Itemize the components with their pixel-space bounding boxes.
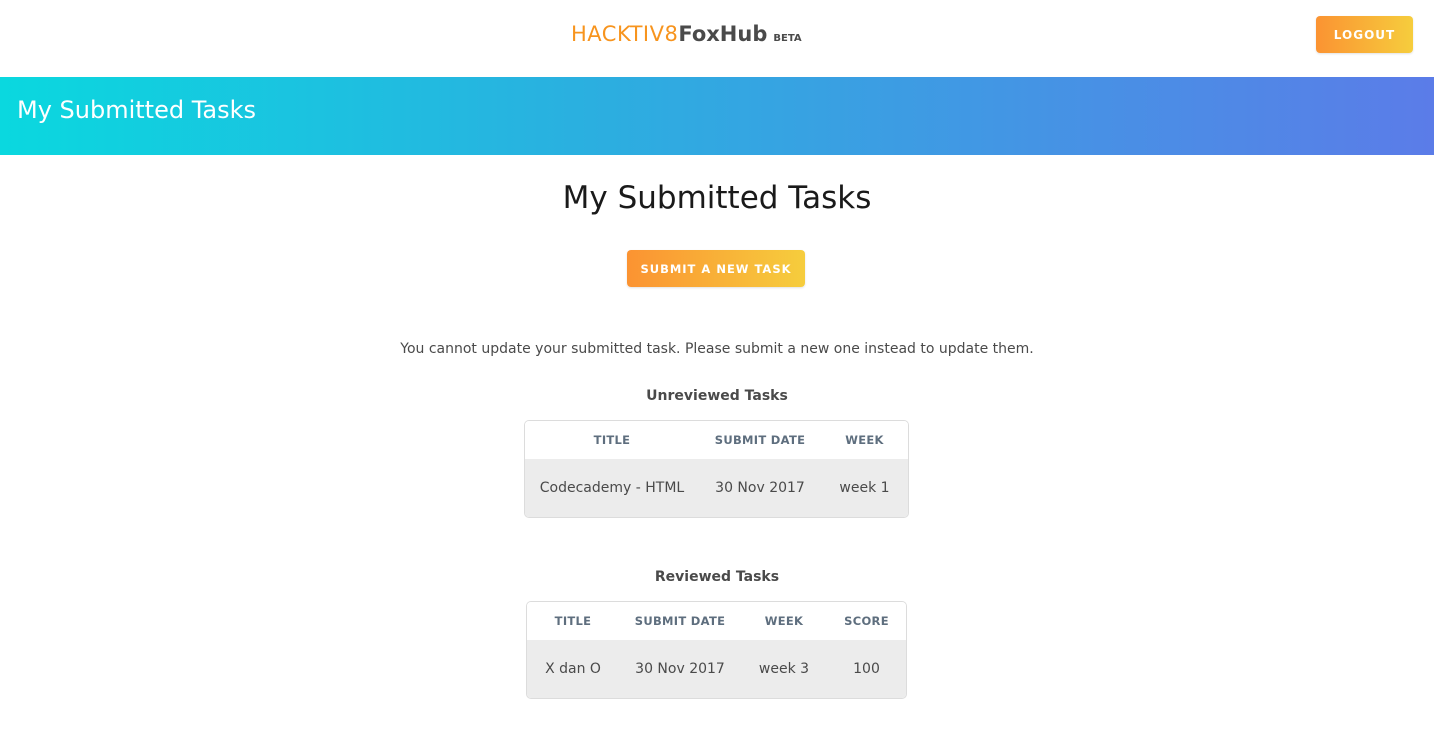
column-header-week: WEEK [764,614,804,628]
column-header-submit-date: SUBMIT DATE [634,614,726,628]
page-title: My Submitted Tasks [562,180,872,216]
logout-button[interactable]: LOGOUT [1316,16,1413,53]
table-header-row: TITLE SUBMIT DATE WEEK [525,421,908,459]
top-navbar: HACKTIV8 FoxHub BETA LOGOUT [0,0,1434,77]
reviewed-tasks-heading: Reviewed Tasks [654,569,780,585]
cell-title: Codecademy - HTML [539,480,685,496]
table-row: Codecademy - HTML 30 Nov 2017 week 1 [525,459,908,517]
column-header-title: TITLE [593,433,631,447]
column-header-title: TITLE [554,614,592,628]
unreviewed-tasks-heading: Unreviewed Tasks [646,388,788,404]
cell-title: X dan O [545,661,601,677]
cell-week: week 1 [839,480,890,496]
column-header-score: SCORE [844,614,889,628]
logo-hacktiv8-text: HACKTIV8 [571,22,679,46]
beta-badge: BETA [773,33,802,44]
cell-submit-date: 30 Nov 2017 [635,661,725,677]
table-header-row: TITLE SUBMIT DATE WEEK SCORE [527,602,906,640]
banner-title: My Submitted Tasks [17,96,257,124]
update-notice: You cannot update your submitted task. P… [400,341,1034,357]
reviewed-tasks-table: TITLE SUBMIT DATE WEEK SCORE X dan O 30 … [526,601,907,699]
unreviewed-tasks-table: TITLE SUBMIT DATE WEEK Codecademy - HTML… [524,420,909,518]
foxhub-logo[interactable]: HACKTIV8 FoxHub BETA [571,22,802,52]
cell-week: week 3 [758,661,810,677]
table-row: X dan O 30 Nov 2017 week 3 100 [527,640,906,698]
cell-score: 100 [853,661,880,677]
column-header-submit-date: SUBMIT DATE [714,433,806,447]
column-header-week: WEEK [845,433,884,447]
logo-foxhub-text: FoxHub [678,22,768,46]
submit-new-task-button[interactable]: SUBMIT A NEW TASK [627,250,805,287]
cell-submit-date: 30 Nov 2017 [715,480,805,496]
